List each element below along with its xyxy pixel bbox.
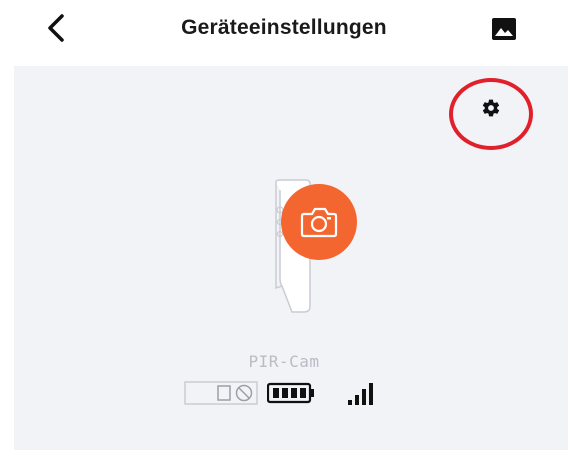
gear-icon <box>482 99 500 117</box>
device-name: PIR-Cam <box>248 352 320 371</box>
gallery-button[interactable] <box>489 14 519 44</box>
page-title: Geräteeinstellungen <box>181 16 387 39</box>
signal-strength-icon <box>348 383 373 405</box>
snapshot-button[interactable] <box>281 184 357 260</box>
battery-full-icon <box>267 382 314 404</box>
settings-button[interactable] <box>466 83 516 133</box>
camera-icon <box>300 207 338 238</box>
header-bar: Geräteeinstellungen <box>0 0 568 66</box>
image-icon <box>492 18 516 40</box>
sd-card-disabled-icon <box>184 381 258 405</box>
